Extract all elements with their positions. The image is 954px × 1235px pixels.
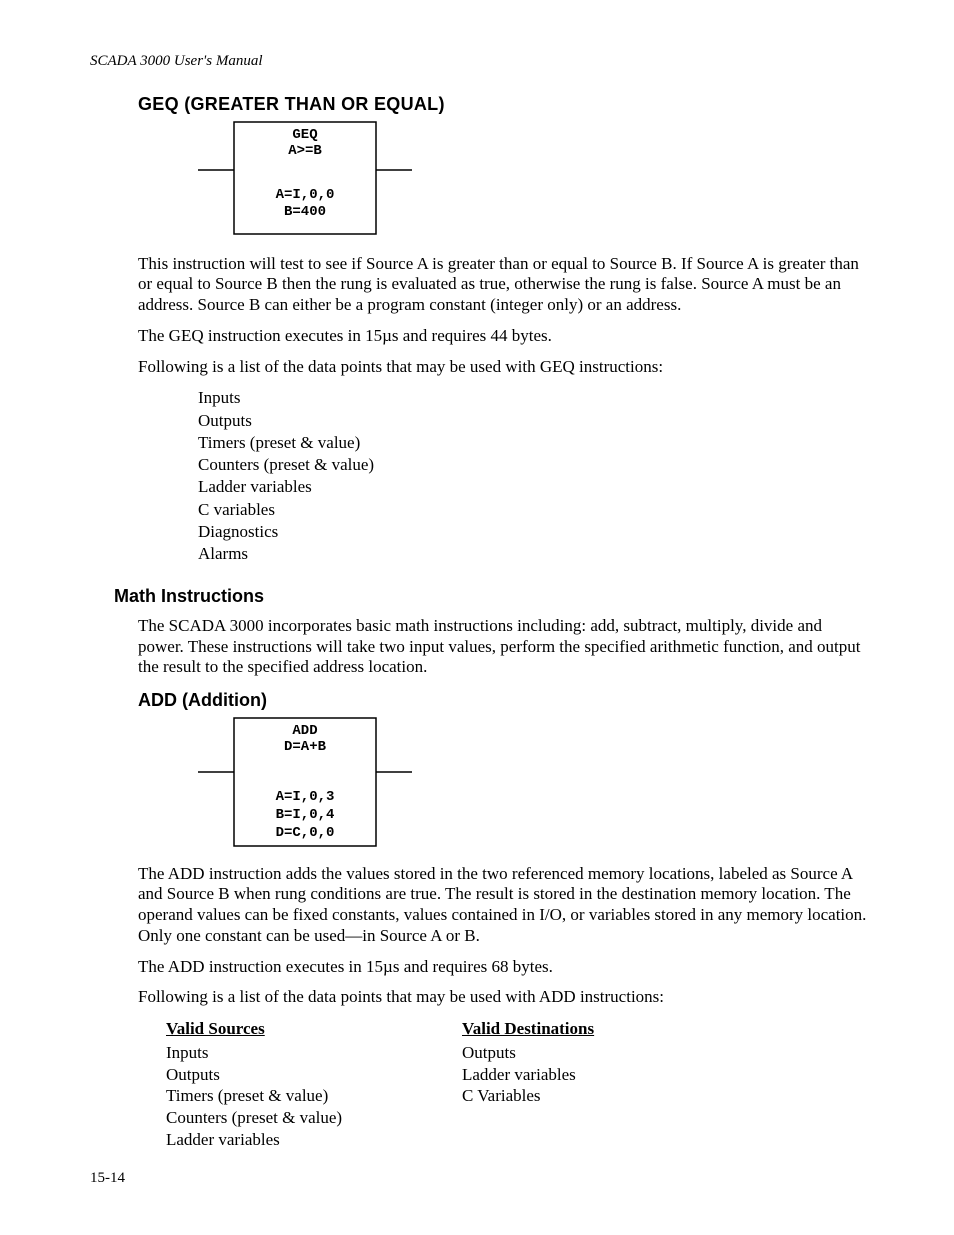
list-item: Timers (preset & value) — [166, 1085, 406, 1107]
add-box-d: D=C,0,0 — [276, 825, 335, 841]
valid-sources-col: Valid Sources Inputs Outputs Timers (pre… — [166, 1018, 406, 1151]
running-header: SCADA 3000 User's Manual — [90, 52, 868, 70]
add-box-a: A=I,0,3 — [276, 789, 335, 805]
geq-ladder-diagram: GEQ A>=B A=I,0,0 B=400 — [198, 120, 868, 240]
list-item: C variables — [198, 499, 868, 520]
list-item: Timers (preset & value) — [198, 432, 868, 453]
list-item: Alarms — [198, 543, 868, 564]
add-heading: ADD (Addition) — [138, 690, 868, 712]
list-item: C Variables — [462, 1085, 702, 1107]
add-box-b: B=I,0,4 — [276, 807, 335, 823]
geq-para-1: This instruction will test to see if Sou… — [138, 254, 868, 316]
geq-box-b: B=400 — [284, 204, 326, 220]
list-item: Counters (preset & value) — [166, 1107, 406, 1129]
list-item: Inputs — [166, 1042, 406, 1064]
valid-destinations-col: Valid Destinations Outputs Ladder variab… — [462, 1018, 702, 1151]
add-para-1: The ADD instruction adds the values stor… — [138, 864, 868, 947]
geq-datapoints: Inputs Outputs Timers (preset & value) C… — [198, 387, 868, 564]
list-item: Outputs — [166, 1064, 406, 1086]
geq-box-a: A=I,0,0 — [276, 187, 335, 203]
list-item: Ladder variables — [198, 476, 868, 497]
page-number: 15-14 — [90, 1170, 125, 1187]
add-para-3: Following is a list of the data points t… — [138, 987, 868, 1008]
list-item: Counters (preset & value) — [198, 454, 868, 475]
valid-destinations-header: Valid Destinations — [462, 1018, 702, 1040]
valid-sources-header: Valid Sources — [166, 1018, 406, 1040]
add-box-name: ADD — [292, 723, 317, 739]
math-para: The SCADA 3000 incorporates basic math i… — [138, 616, 868, 678]
add-para-2: The ADD instruction executes in 15µs and… — [138, 957, 868, 978]
add-box-expr: D=A+B — [284, 739, 327, 755]
geq-para-2: The GEQ instruction executes in 15µs and… — [138, 326, 868, 347]
list-item: Diagnostics — [198, 521, 868, 542]
geq-box-name: GEQ — [292, 127, 317, 143]
geq-para-3: Following is a list of the data points t… — [138, 357, 868, 378]
add-ladder-diagram: ADD D=A+B A=I,0,3 B=I,0,4 D=C,0,0 — [198, 716, 868, 850]
geq-heading: GEQ (GREATER THAN OR EQUAL) — [138, 94, 868, 116]
geq-box-expr: A>=B — [288, 143, 322, 159]
add-valid-table: Valid Sources Inputs Outputs Timers (pre… — [166, 1018, 868, 1151]
list-item: Outputs — [462, 1042, 702, 1064]
list-item: Outputs — [198, 410, 868, 431]
list-item: Ladder variables — [166, 1129, 406, 1151]
math-heading: Math Instructions — [114, 586, 868, 608]
list-item: Inputs — [198, 387, 868, 408]
list-item: Ladder variables — [462, 1064, 702, 1086]
